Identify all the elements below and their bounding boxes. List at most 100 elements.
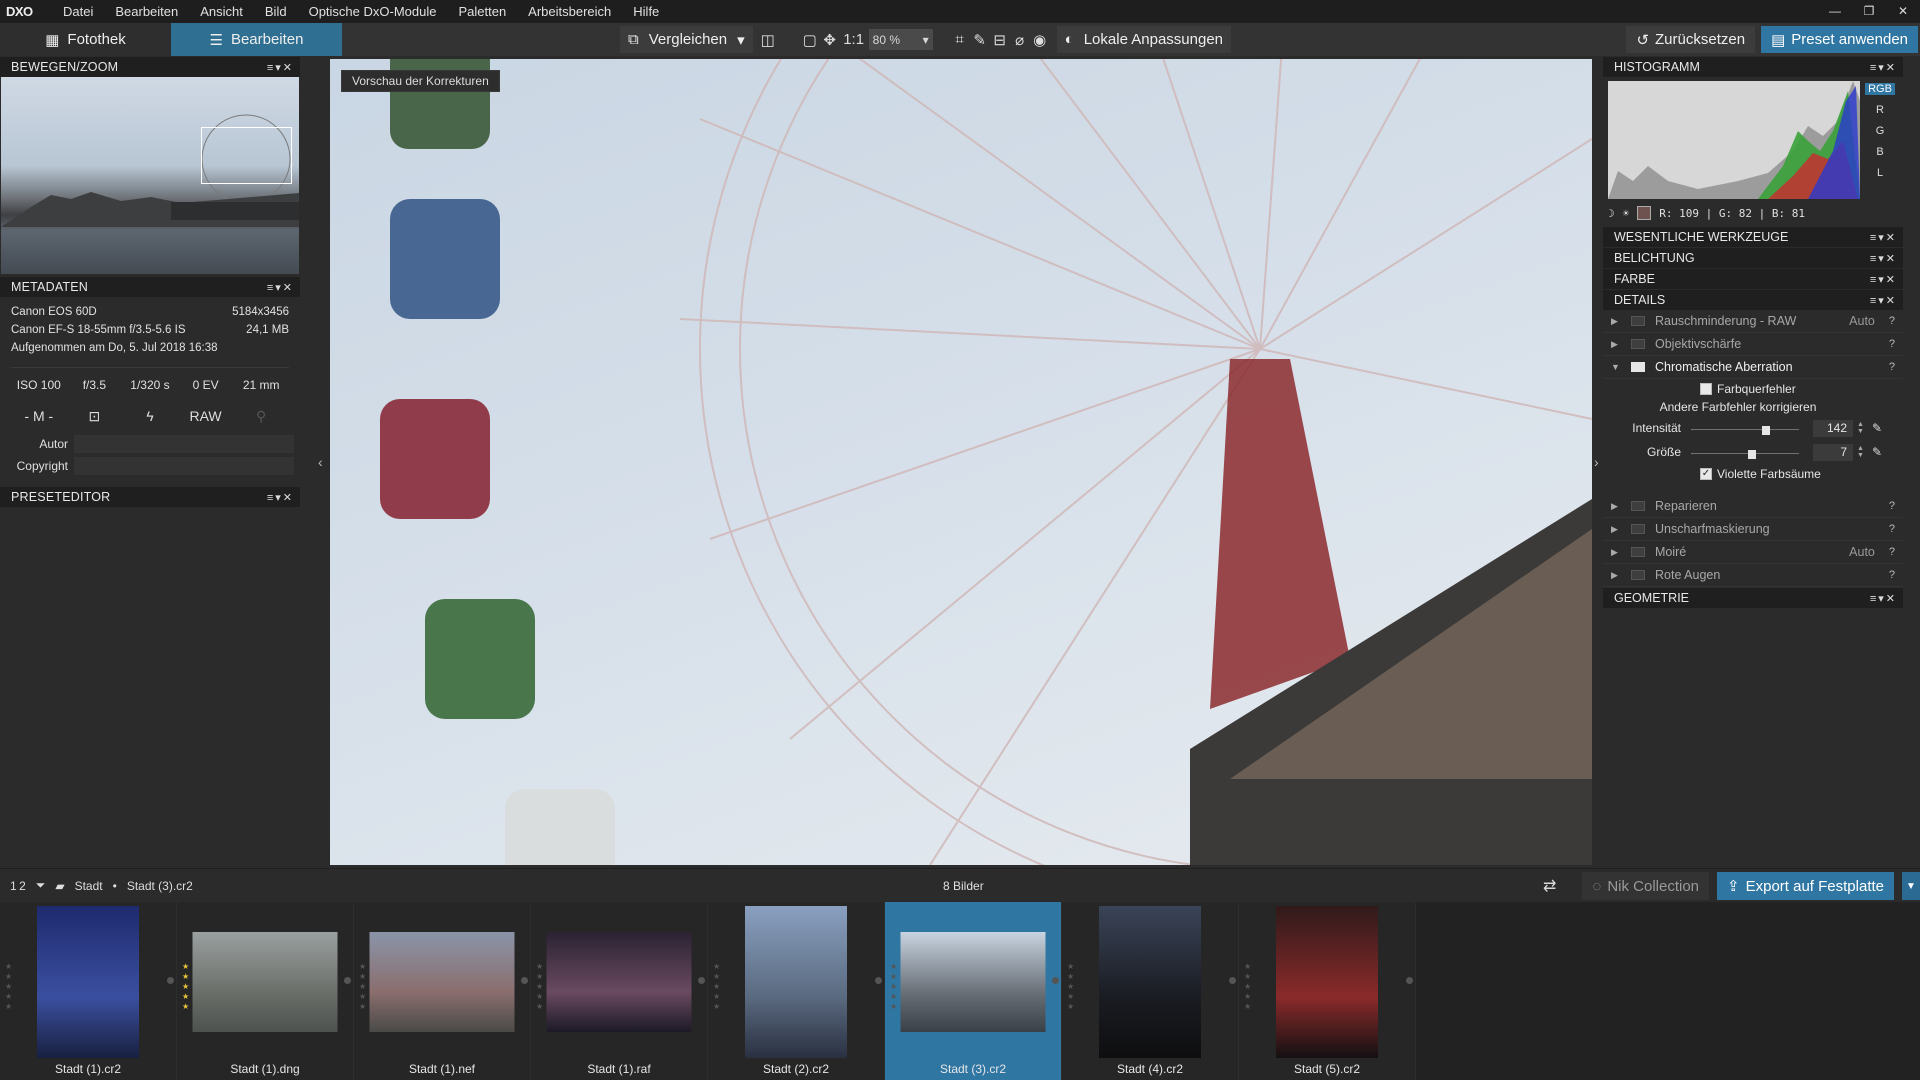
close-icon[interactable]: ✕: [1886, 0, 1920, 23]
zoom-select[interactable]: 80 % ▾: [868, 29, 933, 50]
tag-dot[interactable]: [1052, 977, 1059, 984]
tool-auto[interactable]: Auto: [1849, 545, 1875, 559]
menu-edit[interactable]: Bearbeiten: [104, 0, 189, 23]
panel-menu-close-icon[interactable]: ≡▾✕: [1870, 592, 1897, 605]
eyedropper-icon[interactable]: ✎: [1872, 421, 1882, 435]
menu-image[interactable]: Bild: [254, 0, 298, 23]
menu-palettes[interactable]: Paletten: [447, 0, 517, 23]
tag-dot[interactable]: [344, 977, 351, 984]
navigator-thumbnail[interactable]: [1, 77, 299, 274]
size-value[interactable]: 7: [1813, 443, 1853, 461]
help-icon[interactable]: ?: [1889, 315, 1895, 327]
local-adjustments-button[interactable]: ◐ Lokale Anpassungen: [1056, 26, 1232, 53]
menu-optics-modules[interactable]: Optische DxO-Module: [298, 0, 448, 23]
filmstrip-thumb[interactable]: ★ ★ ★ ★ ★ Stadt (5).cr2: [1239, 902, 1416, 1080]
minimize-icon[interactable]: —: [1818, 0, 1852, 23]
eyedropper-icon[interactable]: ✎: [971, 31, 989, 49]
intensity-slider[interactable]: [1691, 421, 1799, 435]
filmstrip-thumb[interactable]: ★ ★ ★ ★ ★ Stadt (1).nef: [354, 902, 531, 1080]
compare-button[interactable]: ⧉ Vergleichen ▾: [620, 26, 753, 53]
horizon-icon[interactable]: ⊟: [991, 31, 1009, 49]
panel-menu-close-icon[interactable]: ≡▾✕: [267, 61, 294, 74]
breadcrumb-file[interactable]: Stadt (3).cr2: [127, 879, 193, 893]
tool-toggle[interactable]: [1631, 362, 1645, 372]
panel-menu-close-icon[interactable]: ≡▾✕: [267, 281, 294, 294]
rating-stars[interactable]: ★ ★ ★ ★ ★: [359, 962, 366, 1012]
tool-repair[interactable]: ▶ Reparieren ?: [1603, 495, 1903, 518]
panel-menu-close-icon[interactable]: ≡▾✕: [1870, 273, 1897, 286]
section-color[interactable]: FARBE ≡▾✕: [1603, 269, 1903, 289]
channel-rgb[interactable]: RGB: [1865, 83, 1895, 95]
chevron-right-icon[interactable]: ▶: [1611, 570, 1627, 581]
zoom-100-button[interactable]: 1:1: [841, 31, 867, 48]
tool-auto[interactable]: Auto: [1849, 314, 1875, 328]
filter-icon[interactable]: ⏷: [36, 878, 46, 893]
repair-icon[interactable]: ⌀: [1011, 31, 1029, 49]
breadcrumb-folder[interactable]: Stadt: [75, 879, 103, 893]
collapse-right-icon[interactable]: ›: [1594, 454, 1599, 470]
panel-menu-close-icon[interactable]: ≡▾✕: [1870, 294, 1897, 307]
tag-dot[interactable]: [167, 977, 174, 984]
filmstrip-thumb[interactable]: ★ ★ ★ ★ ★ Stadt (2).cr2: [708, 902, 885, 1080]
intensity-value[interactable]: 142: [1813, 419, 1853, 437]
tag-dot[interactable]: [1229, 977, 1236, 984]
tool-red-eye[interactable]: ▶ Rote Augen ?: [1603, 564, 1903, 587]
highlight-clipping-icon[interactable]: ☀: [1623, 207, 1630, 220]
rating-stars[interactable]: ★ ★ ★ ★ ★: [5, 962, 12, 1012]
tag-dot[interactable]: [1406, 977, 1413, 984]
tool-chromatic-aberration[interactable]: ▼ Chromatische Aberration ?: [1603, 356, 1903, 379]
crop-icon[interactable]: ⌗: [951, 31, 969, 48]
slider-handle[interactable]: [1748, 450, 1756, 459]
tool-toggle[interactable]: [1631, 316, 1645, 326]
restore-icon[interactable]: ❐: [1852, 0, 1886, 23]
help-icon[interactable]: ?: [1889, 569, 1895, 581]
nik-collection-button[interactable]: ◌ Nik Collection: [1582, 872, 1710, 900]
chevron-right-icon[interactable]: ▶: [1611, 339, 1627, 350]
filmstrip-thumb[interactable]: ★ ★ ★ ★ ★ Stadt (1).dng: [177, 902, 354, 1080]
author-input[interactable]: [74, 435, 294, 453]
rating-stars[interactable]: ★ ★ ★ ★ ★: [536, 962, 543, 1012]
filmstrip-thumb[interactable]: ★ ★ ★ ★ ★ Stadt (1).raf: [531, 902, 708, 1080]
section-essential-tools[interactable]: WESENTLICHE WERKZEUGE ≡▾✕: [1603, 227, 1903, 247]
move-icon[interactable]: ✥: [821, 31, 839, 49]
tool-toggle[interactable]: [1631, 570, 1645, 580]
panel-menu-close-icon[interactable]: ≡▾✕: [1870, 61, 1897, 74]
eyedropper-icon[interactable]: ✎: [1872, 445, 1882, 459]
navigator-zoom-box[interactable]: [201, 127, 292, 184]
chevron-right-icon[interactable]: ▶: [1611, 501, 1627, 512]
fit-screen-icon[interactable]: ▢: [801, 31, 819, 49]
panel-menu-close-icon[interactable]: ≡▾✕: [1870, 252, 1897, 265]
preview-corrections-label[interactable]: Vorschau der Korrekturen: [341, 70, 500, 92]
sync-icon[interactable]: ⇄: [1543, 876, 1556, 896]
chevron-right-icon[interactable]: ▶: [1611, 316, 1627, 327]
split-view-icon[interactable]: ◫: [759, 31, 777, 49]
eye-icon[interactable]: ◉: [1031, 31, 1049, 49]
panel-menu-close-icon[interactable]: ≡▾✕: [1870, 231, 1897, 244]
menu-view[interactable]: Ansicht: [189, 0, 254, 23]
chevron-down-icon[interactable]: ▾: [737, 31, 745, 49]
filmstrip-thumb[interactable]: ★ ★ ★ ★ ★ Stadt (3).cr2: [885, 902, 1062, 1080]
section-exposure[interactable]: BELICHTUNG ≡▾✕: [1603, 248, 1903, 268]
stepper-icon[interactable]: ▲ ▼: [1857, 445, 1864, 459]
lateral-checkbox[interactable]: [1700, 382, 1712, 395]
chevron-right-icon[interactable]: ▶: [1611, 547, 1627, 558]
tag-dot[interactable]: [875, 977, 882, 984]
menu-file[interactable]: Datei: [52, 0, 104, 23]
tag-dot[interactable]: [521, 977, 528, 984]
tool-toggle[interactable]: [1631, 524, 1645, 534]
rating-stars[interactable]: ★ ★ ★ ★ ★: [890, 962, 897, 1012]
channel-r[interactable]: R: [1865, 104, 1895, 116]
rating-stars[interactable]: ★ ★ ★ ★ ★: [1244, 962, 1251, 1012]
reset-button[interactable]: ↺ Zurücksetzen: [1626, 26, 1756, 53]
menu-help[interactable]: Hilfe: [622, 0, 670, 23]
help-icon[interactable]: ?: [1889, 361, 1895, 373]
shadow-clipping-icon[interactable]: ☽: [1608, 207, 1615, 220]
menu-workspace[interactable]: Arbeitsbereich: [517, 0, 622, 23]
size-slider[interactable]: [1691, 445, 1799, 459]
tool-noise-reduction[interactable]: ▶ Rauschminderung - RAW Auto ?: [1603, 310, 1903, 333]
tool-toggle[interactable]: [1631, 547, 1645, 557]
tool-unsharp-mask[interactable]: ▶ Unscharfmaskierung ?: [1603, 518, 1903, 541]
image-viewer[interactable]: Vorschau der Korrekturen: [330, 59, 1592, 865]
rating-stars[interactable]: ★ ★ ★ ★ ★: [713, 962, 720, 1012]
export-dropdown[interactable]: ▼: [1902, 872, 1920, 900]
